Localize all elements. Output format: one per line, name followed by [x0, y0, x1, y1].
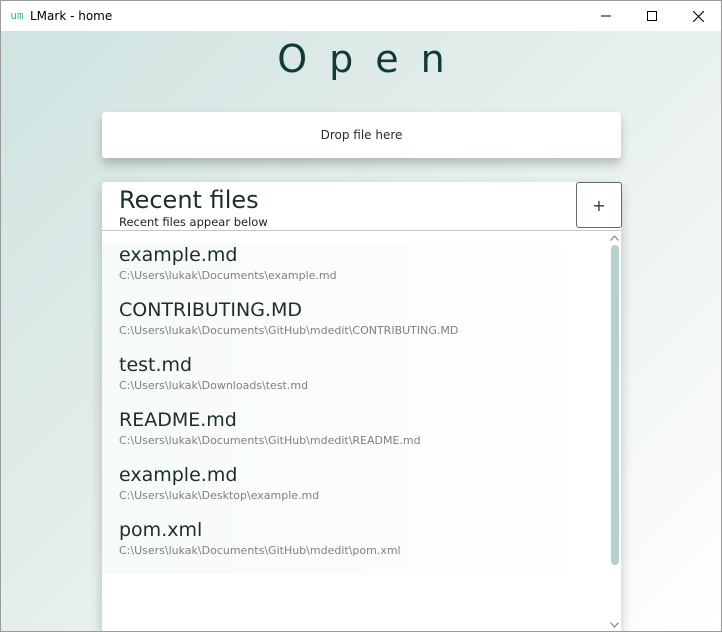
file-path: C:\Users\lukak\Documents\GitHub\mdedit\R…	[119, 434, 421, 447]
scroll-down-icon[interactable]	[609, 621, 620, 629]
main-content: Open Drop file here Recent files Recent …	[1, 31, 721, 631]
file-path: C:\Users\lukak\Documents\GitHub\mdedit\C…	[119, 324, 459, 337]
drop-zone-label: Drop file here	[320, 128, 403, 142]
close-icon	[692, 10, 704, 22]
scroll-thumb[interactable]	[611, 245, 619, 565]
list-item[interactable]: README.md C:\Users\lukak\Documents\GitHu…	[102, 409, 608, 464]
scrollbar[interactable]	[608, 232, 621, 631]
add-file-button[interactable]: +	[576, 182, 622, 228]
file-name: CONTRIBUTING.MD	[119, 299, 302, 321]
list-item[interactable]: example.md C:\Users\lukak\Documents\exam…	[102, 244, 608, 299]
recent-files-subtitle: Recent files appear below	[119, 215, 268, 229]
list-item[interactable]: example.md C:\Users\lukak\Desktop\exampl…	[102, 464, 608, 519]
file-path: C:\Users\lukak\Documents\GitHub\mdedit\p…	[119, 544, 401, 557]
file-name: example.md	[119, 464, 238, 486]
title-bar[interactable]: um LMark - home	[1, 1, 721, 31]
recent-files-list[interactable]: example.md C:\Users\lukak\Documents\exam…	[102, 232, 608, 631]
close-button[interactable]	[675, 1, 721, 31]
recent-files-header: Recent files Recent files appear below +	[102, 182, 622, 231]
maximize-button[interactable]	[629, 1, 675, 31]
recent-files-panel: Recent files Recent files appear below +…	[102, 182, 622, 631]
list-item[interactable]: test.md C:\Users\lukak\Downloads\test.md	[102, 354, 608, 409]
page-title: Open	[277, 37, 467, 81]
minimize-button[interactable]	[583, 1, 629, 31]
scroll-up-icon[interactable]	[609, 234, 620, 242]
recent-files-title: Recent files	[119, 186, 259, 214]
file-path: C:\Users\lukak\Downloads\test.md	[119, 379, 309, 392]
list-item[interactable]: pom.xml C:\Users\lukak\Documents\GitHub\…	[102, 519, 608, 574]
minimize-icon	[601, 15, 611, 17]
lmark-logo-icon: um	[10, 9, 24, 22]
file-path: C:\Users\lukak\Desktop\example.md	[119, 489, 320, 502]
maximize-icon	[647, 11, 657, 21]
file-name: example.md	[119, 244, 238, 266]
file-path: C:\Users\lukak\Documents\example.md	[119, 269, 337, 282]
file-name: test.md	[119, 354, 193, 376]
file-name: pom.xml	[119, 519, 203, 541]
list-item[interactable]: CONTRIBUTING.MD C:\Users\lukak\Documents…	[102, 299, 608, 354]
drop-zone[interactable]: Drop file here	[102, 112, 621, 158]
file-name: README.md	[119, 409, 237, 431]
app-window: um LMark - home Open Drop file here Rece…	[0, 0, 722, 632]
window-title: LMark - home	[30, 9, 113, 23]
plus-icon: +	[592, 195, 606, 215]
